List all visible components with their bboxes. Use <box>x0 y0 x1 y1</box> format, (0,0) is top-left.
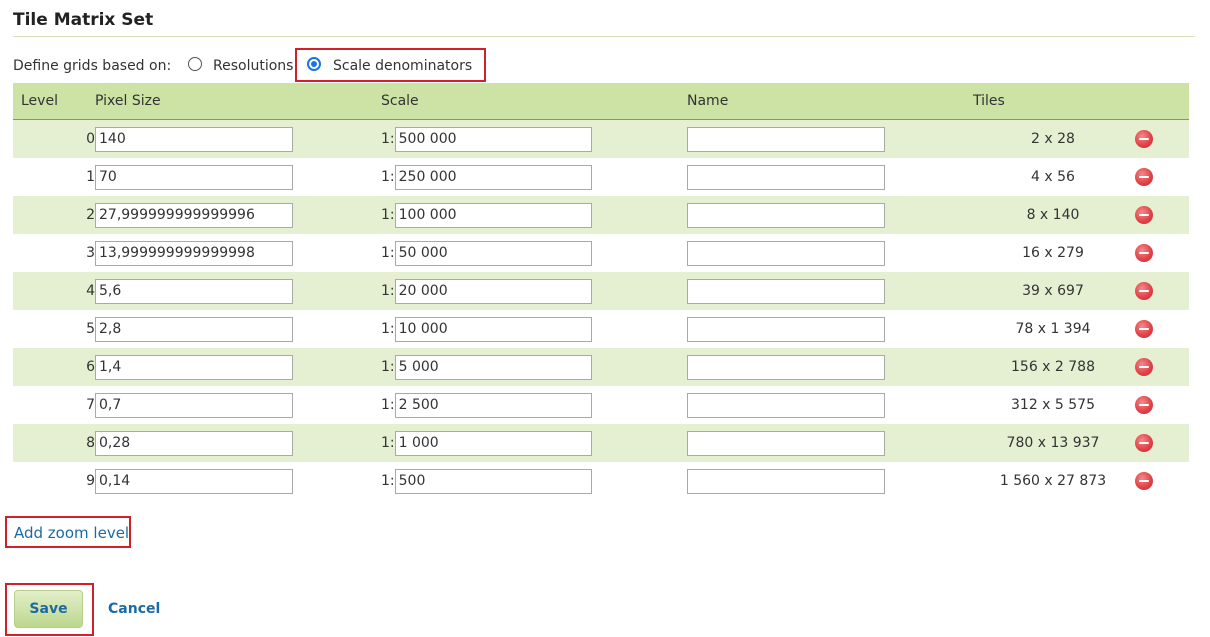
table-row: 5 1: 78 x 1 394 <box>13 310 1189 348</box>
tiles-cell: 1 560 x 27 873 <box>999 473 1107 489</box>
level-cell: 6 <box>13 348 95 386</box>
remove-circle-icon[interactable] <box>1135 434 1153 452</box>
tiles-cell: 780 x 13 937 <box>973 424 1133 462</box>
table-row: 2 1: 8 x 140 <box>13 196 1189 234</box>
name-input[interactable] <box>687 430 885 456</box>
level-cell: 0 <box>13 119 95 158</box>
table-row: 3 1: 16 x 279 <box>13 234 1189 272</box>
scale-prefix: 1: <box>381 207 395 223</box>
scale-prefix: 1: <box>381 473 395 489</box>
scale-prefix: 1: <box>381 321 395 337</box>
tiles-cell: 156 x 2 788 <box>973 348 1133 386</box>
pixel-size-input[interactable] <box>95 278 293 304</box>
name-input[interactable] <box>687 164 885 190</box>
name-input[interactable] <box>687 202 885 228</box>
scale-input[interactable] <box>394 392 592 418</box>
scale-input[interactable] <box>394 164 592 190</box>
table-row: 4 1: 39 x 697 <box>13 272 1189 310</box>
add-zoom-level-highlight <box>5 516 131 548</box>
pixel-size-input[interactable] <box>95 240 293 266</box>
pixel-size-input[interactable] <box>95 468 293 494</box>
scale-prefix: 1: <box>381 131 395 147</box>
table-row: 7 1: 312 x 5 575 <box>13 386 1189 424</box>
remove-circle-icon[interactable] <box>1135 130 1153 148</box>
name-input[interactable] <box>687 240 885 266</box>
table-header-row: Level Pixel Size Scale Name Tiles <box>13 83 1189 120</box>
tile-matrix-table: Level Pixel Size Scale Name Tiles 0 1: 2… <box>13 83 1189 500</box>
table-row: 8 1: 780 x 13 937 <box>13 424 1189 462</box>
remove-circle-icon[interactable] <box>1135 472 1153 490</box>
tiles-cell: 8 x 140 <box>973 196 1133 234</box>
scale-prefix: 1: <box>381 169 395 185</box>
tiles-cell: 2 x 28 <box>973 119 1133 158</box>
table-row: 1 1: 4 x 56 <box>13 158 1189 196</box>
scale-input[interactable] <box>394 354 592 380</box>
pixel-size-input[interactable] <box>95 126 293 152</box>
remove-circle-icon[interactable] <box>1135 244 1153 262</box>
col-header-level: Level <box>13 83 95 120</box>
name-input[interactable] <box>687 468 885 494</box>
section-title: Tile Matrix Set <box>13 10 154 30</box>
level-cell: 7 <box>86 397 95 413</box>
scale-input[interactable] <box>394 202 592 228</box>
save-highlight <box>5 583 94 636</box>
tiles-cell: 16 x 279 <box>1022 245 1084 261</box>
level-cell: 3 <box>86 245 95 261</box>
remove-circle-icon[interactable] <box>1135 168 1153 186</box>
scale-input[interactable] <box>394 316 592 342</box>
level-cell: 8 <box>13 424 95 462</box>
title-divider <box>13 36 1195 37</box>
level-cell: 2 <box>13 196 95 234</box>
level-cell: 5 <box>86 321 95 337</box>
col-header-actions <box>1133 83 1189 120</box>
tiles-cell: 312 x 5 575 <box>1011 397 1095 413</box>
level-cell: 1 <box>86 169 95 185</box>
radio-resolutions-label[interactable]: Resolutions <box>213 58 293 74</box>
col-header-pixel-size: Pixel Size <box>95 83 381 120</box>
level-cell: 9 <box>86 473 95 489</box>
tiles-cell: 78 x 1 394 <box>1015 321 1091 337</box>
scale-prefix: 1: <box>381 397 395 413</box>
scale-prefix: 1: <box>381 245 395 261</box>
pixel-size-input[interactable] <box>95 354 293 380</box>
remove-circle-icon[interactable] <box>1135 358 1153 376</box>
name-input[interactable] <box>687 354 885 380</box>
name-input[interactable] <box>687 278 885 304</box>
tiles-cell: 39 x 697 <box>973 272 1133 310</box>
col-header-tiles: Tiles <box>973 83 1133 120</box>
scale-input[interactable] <box>394 430 592 456</box>
level-cell: 4 <box>13 272 95 310</box>
pixel-size-input[interactable] <box>95 202 293 228</box>
name-input[interactable] <box>687 316 885 342</box>
scale-input[interactable] <box>394 126 592 152</box>
scale-input[interactable] <box>394 468 592 494</box>
cancel-link[interactable]: Cancel <box>108 601 160 617</box>
table-row: 9 1: 1 560 x 27 873 <box>13 462 1189 500</box>
scale-prefix: 1: <box>381 435 395 451</box>
pixel-size-input[interactable] <box>95 316 293 342</box>
scale-input[interactable] <box>394 240 592 266</box>
pixel-size-input[interactable] <box>95 392 293 418</box>
name-input[interactable] <box>687 126 885 152</box>
scale-prefix: 1: <box>381 359 395 375</box>
remove-circle-icon[interactable] <box>1135 206 1153 224</box>
tiles-cell: 4 x 56 <box>1031 169 1075 185</box>
name-input[interactable] <box>687 392 885 418</box>
scale-prefix: 1: <box>381 283 395 299</box>
scale-input[interactable] <box>394 278 592 304</box>
table-row: 0 1: 2 x 28 <box>13 119 1189 158</box>
table-row: 6 1: 156 x 2 788 <box>13 348 1189 386</box>
define-grids-label: Define grids based on: <box>13 58 172 74</box>
pixel-size-input[interactable] <box>95 430 293 456</box>
remove-circle-icon[interactable] <box>1135 282 1153 300</box>
col-header-scale: Scale <box>381 83 687 120</box>
remove-circle-icon[interactable] <box>1135 320 1153 338</box>
pixel-size-input[interactable] <box>95 164 293 190</box>
scale-denominators-highlight <box>295 48 486 82</box>
col-header-name: Name <box>687 83 973 120</box>
remove-circle-icon[interactable] <box>1135 396 1153 414</box>
radio-resolutions[interactable] <box>188 57 202 71</box>
